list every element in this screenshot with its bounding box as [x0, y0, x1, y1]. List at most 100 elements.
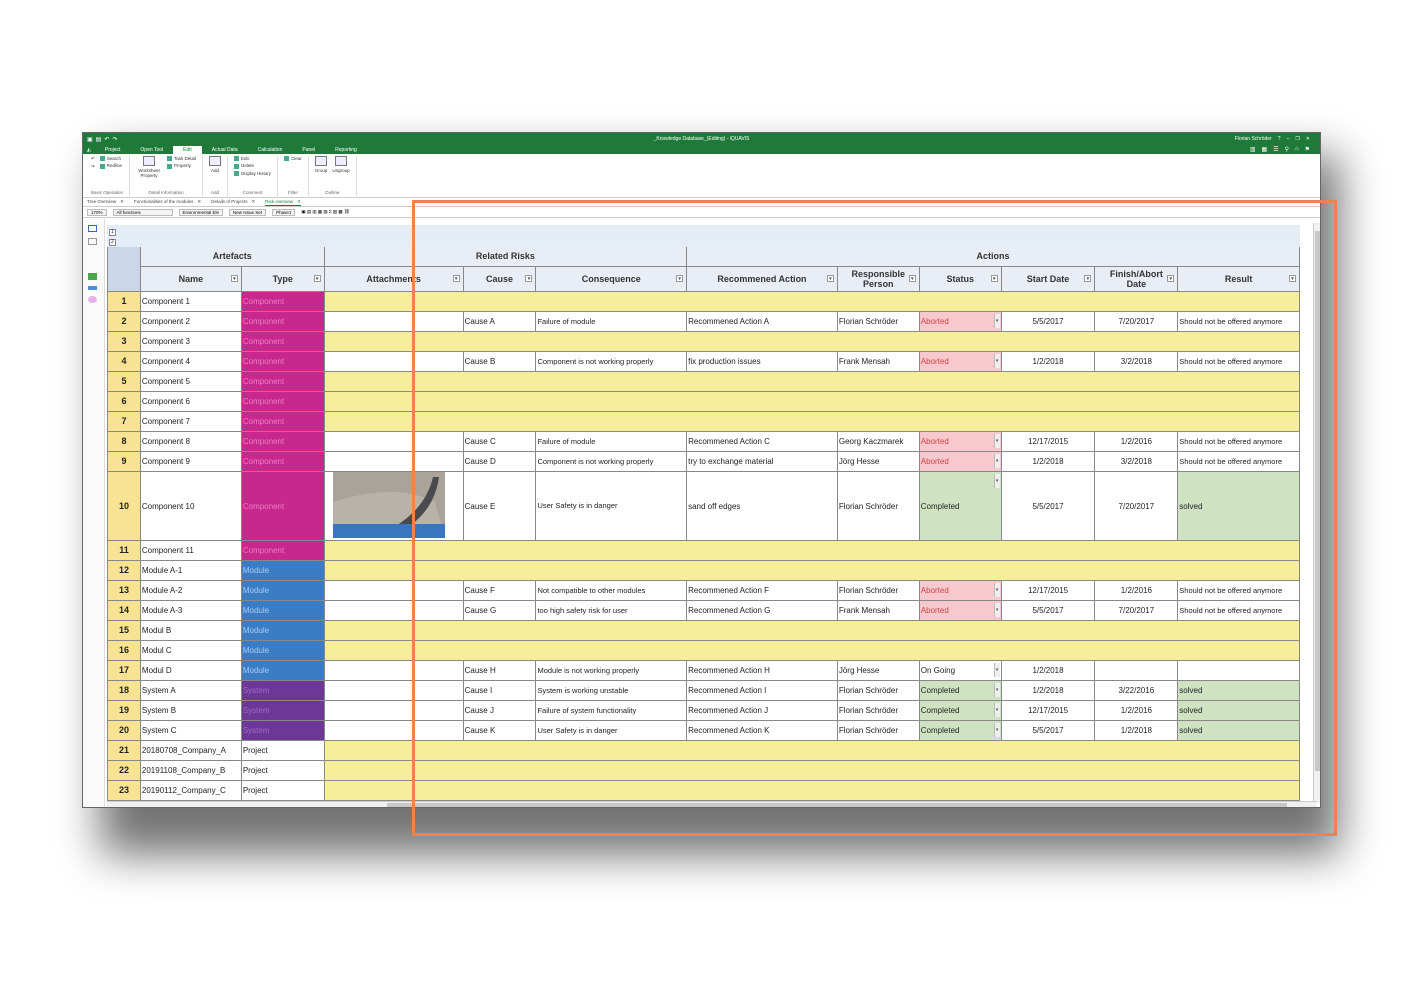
name-cell[interactable]: Modul D [139, 660, 242, 681]
row-number[interactable]: 6 [107, 391, 141, 412]
row-number[interactable]: 12 [107, 560, 141, 581]
status-cell[interactable]: Aborted ▾ [918, 451, 1002, 472]
toolbar-icons[interactable]: ▣ ▤ ▥ ▦ ▧ Σ ▨ ▩ ⛓ [301, 209, 349, 215]
blue-shape-icon[interactable] [88, 286, 97, 290]
name-cell[interactable]: System B [139, 700, 242, 721]
start-date-cell[interactable]: 1/2/2018 [1000, 351, 1096, 372]
consequence-cell[interactable]: User Safety is in danger [535, 720, 688, 741]
column-header-name[interactable]: Name ▾ [139, 266, 242, 292]
recommended-action-cell[interactable]: Recommened Action F [686, 580, 838, 601]
empty-risk-cells[interactable] [323, 331, 1301, 352]
clear-filter-button[interactable]: Clear [284, 156, 302, 162]
table-row[interactable]: 9 Component 9 Component Cause D Component is… [107, 451, 1300, 472]
finish-date-cell[interactable] [1094, 660, 1179, 681]
zoom-select[interactable]: 170% [87, 208, 107, 216]
cause-cell[interactable]: Cause A [462, 311, 537, 332]
finish-date-cell[interactable]: 7/20/2017 [1094, 600, 1179, 621]
row-number[interactable]: 4 [107, 351, 141, 372]
consequence-cell[interactable]: User Safety is in danger [535, 471, 688, 541]
result-cell[interactable]: Should not be offered anymore [1177, 451, 1300, 472]
row-number[interactable]: 11 [107, 540, 141, 561]
attachment-cell[interactable] [323, 351, 464, 372]
menu-project[interactable]: Project [95, 146, 131, 154]
table-row[interactable]: 22 20191108_Company_B Project [107, 760, 1301, 781]
finish-date-cell[interactable]: 1/2/2018 [1094, 720, 1179, 741]
result-cell[interactable]: Should not be offered anymore [1177, 600, 1300, 621]
table-row[interactable]: 18 System A System Cause I System is working… [107, 680, 1300, 701]
name-cell[interactable]: Component 2 [139, 311, 242, 332]
select-all-corner[interactable] [107, 246, 141, 292]
result-cell[interactable]: Should not be offered anymore [1177, 311, 1300, 332]
recommended-action-cell[interactable]: Recommened Action K [686, 720, 838, 741]
empty-risk-cells[interactable] [323, 620, 1301, 641]
table-row[interactable]: 3 Component 3 Component [107, 331, 1301, 352]
row-number[interactable]: 3 [107, 331, 141, 352]
cause-cell[interactable]: Cause F [462, 580, 537, 601]
filter-dropdown-icon[interactable]: ▾ [313, 275, 321, 282]
recommended-action-cell[interactable]: Recommened Action A [686, 311, 838, 332]
filter-dropdown-icon[interactable]: ▾ [1167, 275, 1175, 282]
name-cell[interactable]: Component 5 [139, 371, 242, 392]
start-date-cell[interactable]: 1/2/2018 [1000, 660, 1096, 681]
menu-reporting[interactable]: Reporting [325, 146, 367, 154]
attachment-cell[interactable] [323, 580, 464, 601]
scroll-thumb[interactable] [1315, 231, 1320, 771]
consequence-cell[interactable]: Not compatible to other modules [535, 580, 688, 601]
table-row[interactable]: 14 Module A-3 Module Cause Gtoo high safety… [107, 600, 1300, 621]
result-cell[interactable]: Should not be offered anymore [1177, 431, 1300, 452]
level-buttons[interactable]: 12 [107, 225, 141, 247]
pin-icon[interactable]: ⚲ [1285, 146, 1289, 153]
type-cell[interactable]: System [240, 700, 325, 721]
display-history-button[interactable]: Display History [234, 171, 271, 176]
table-row[interactable]: 11 Component 11 Component [107, 540, 1301, 561]
result-cell[interactable]: solved [1177, 700, 1300, 721]
start-date-cell[interactable]: 5/5/2017 [1000, 600, 1096, 621]
name-cell[interactable]: 20190112_Company_C [139, 780, 242, 801]
restore-icon[interactable]: ❐ [1295, 136, 1299, 142]
row-number[interactable]: 13 [107, 580, 141, 601]
hand-tool-icon[interactable] [88, 238, 97, 245]
status-dropdown-icon[interactable]: ▾ [993, 683, 1000, 697]
table-row[interactable]: 16 Modul C Module [107, 640, 1301, 661]
type-cell[interactable]: Project [240, 760, 325, 781]
attachment-cell[interactable] [323, 600, 464, 621]
status-cell[interactable]: Completed ▾ [918, 471, 1002, 541]
table-row[interactable]: 7 Component 7 Component [107, 411, 1301, 432]
result-cell[interactable]: solved [1177, 720, 1300, 741]
name-cell[interactable]: Component 9 [139, 451, 242, 472]
responsible-person-cell[interactable]: Jörg Hesse [836, 660, 920, 681]
responsible-person-cell[interactable]: Frank Mensah [836, 351, 920, 372]
attachment-cell[interactable] [323, 720, 464, 741]
status-dropdown-icon[interactable]: ▾ [993, 354, 1000, 368]
responsible-person-cell[interactable]: Florian Schröder [836, 680, 920, 701]
menu-open-tool[interactable]: Open Tool [130, 146, 173, 154]
row-number[interactable]: 5 [107, 371, 141, 392]
layout-icon[interactable]: ▥ [1250, 146, 1256, 153]
status-cell[interactable]: Aborted ▾ [918, 351, 1002, 372]
status-cell[interactable]: Aborted ▾ [918, 431, 1002, 452]
filter-dropdown-icon[interactable]: ▾ [908, 275, 916, 282]
green-shape-icon[interactable] [88, 273, 97, 280]
vertical-scrollbar[interactable] [1313, 223, 1320, 803]
empty-risk-cells[interactable] [323, 540, 1301, 561]
table-row[interactable]: 4 Component 4 Component Cause B Component is… [107, 351, 1300, 372]
cause-cell[interactable]: Cause H [462, 660, 537, 681]
consequence-cell[interactable]: Module is not working properly [535, 660, 688, 681]
column-header-result[interactable]: Result ▾ [1177, 266, 1300, 292]
name-cell[interactable]: Component 6 [139, 391, 242, 412]
name-cell[interactable]: Modul B [139, 620, 242, 641]
row-number[interactable]: 9 [107, 451, 141, 472]
finish-date-cell[interactable]: 3/2/2018 [1094, 351, 1179, 372]
type-cell[interactable]: System [240, 680, 325, 701]
consequence-cell[interactable]: too high safety risk for user [535, 600, 688, 621]
result-cell[interactable]: Should not be offered anymore [1177, 580, 1300, 601]
status-dropdown-icon[interactable]: ▾ [993, 723, 1000, 737]
menu-panel[interactable]: Panel [292, 146, 325, 154]
type-cell[interactable]: Component [240, 540, 325, 561]
attachment-cell[interactable] [323, 660, 464, 681]
grid-icon[interactable]: ▦ [1262, 146, 1268, 153]
responsible-person-cell[interactable]: Florian Schröder [836, 700, 920, 721]
recommended-action-cell[interactable]: Recommened Action C [686, 431, 838, 452]
row-number[interactable]: 8 [107, 431, 141, 452]
comment-edit-button[interactable]: Edit [234, 156, 271, 162]
